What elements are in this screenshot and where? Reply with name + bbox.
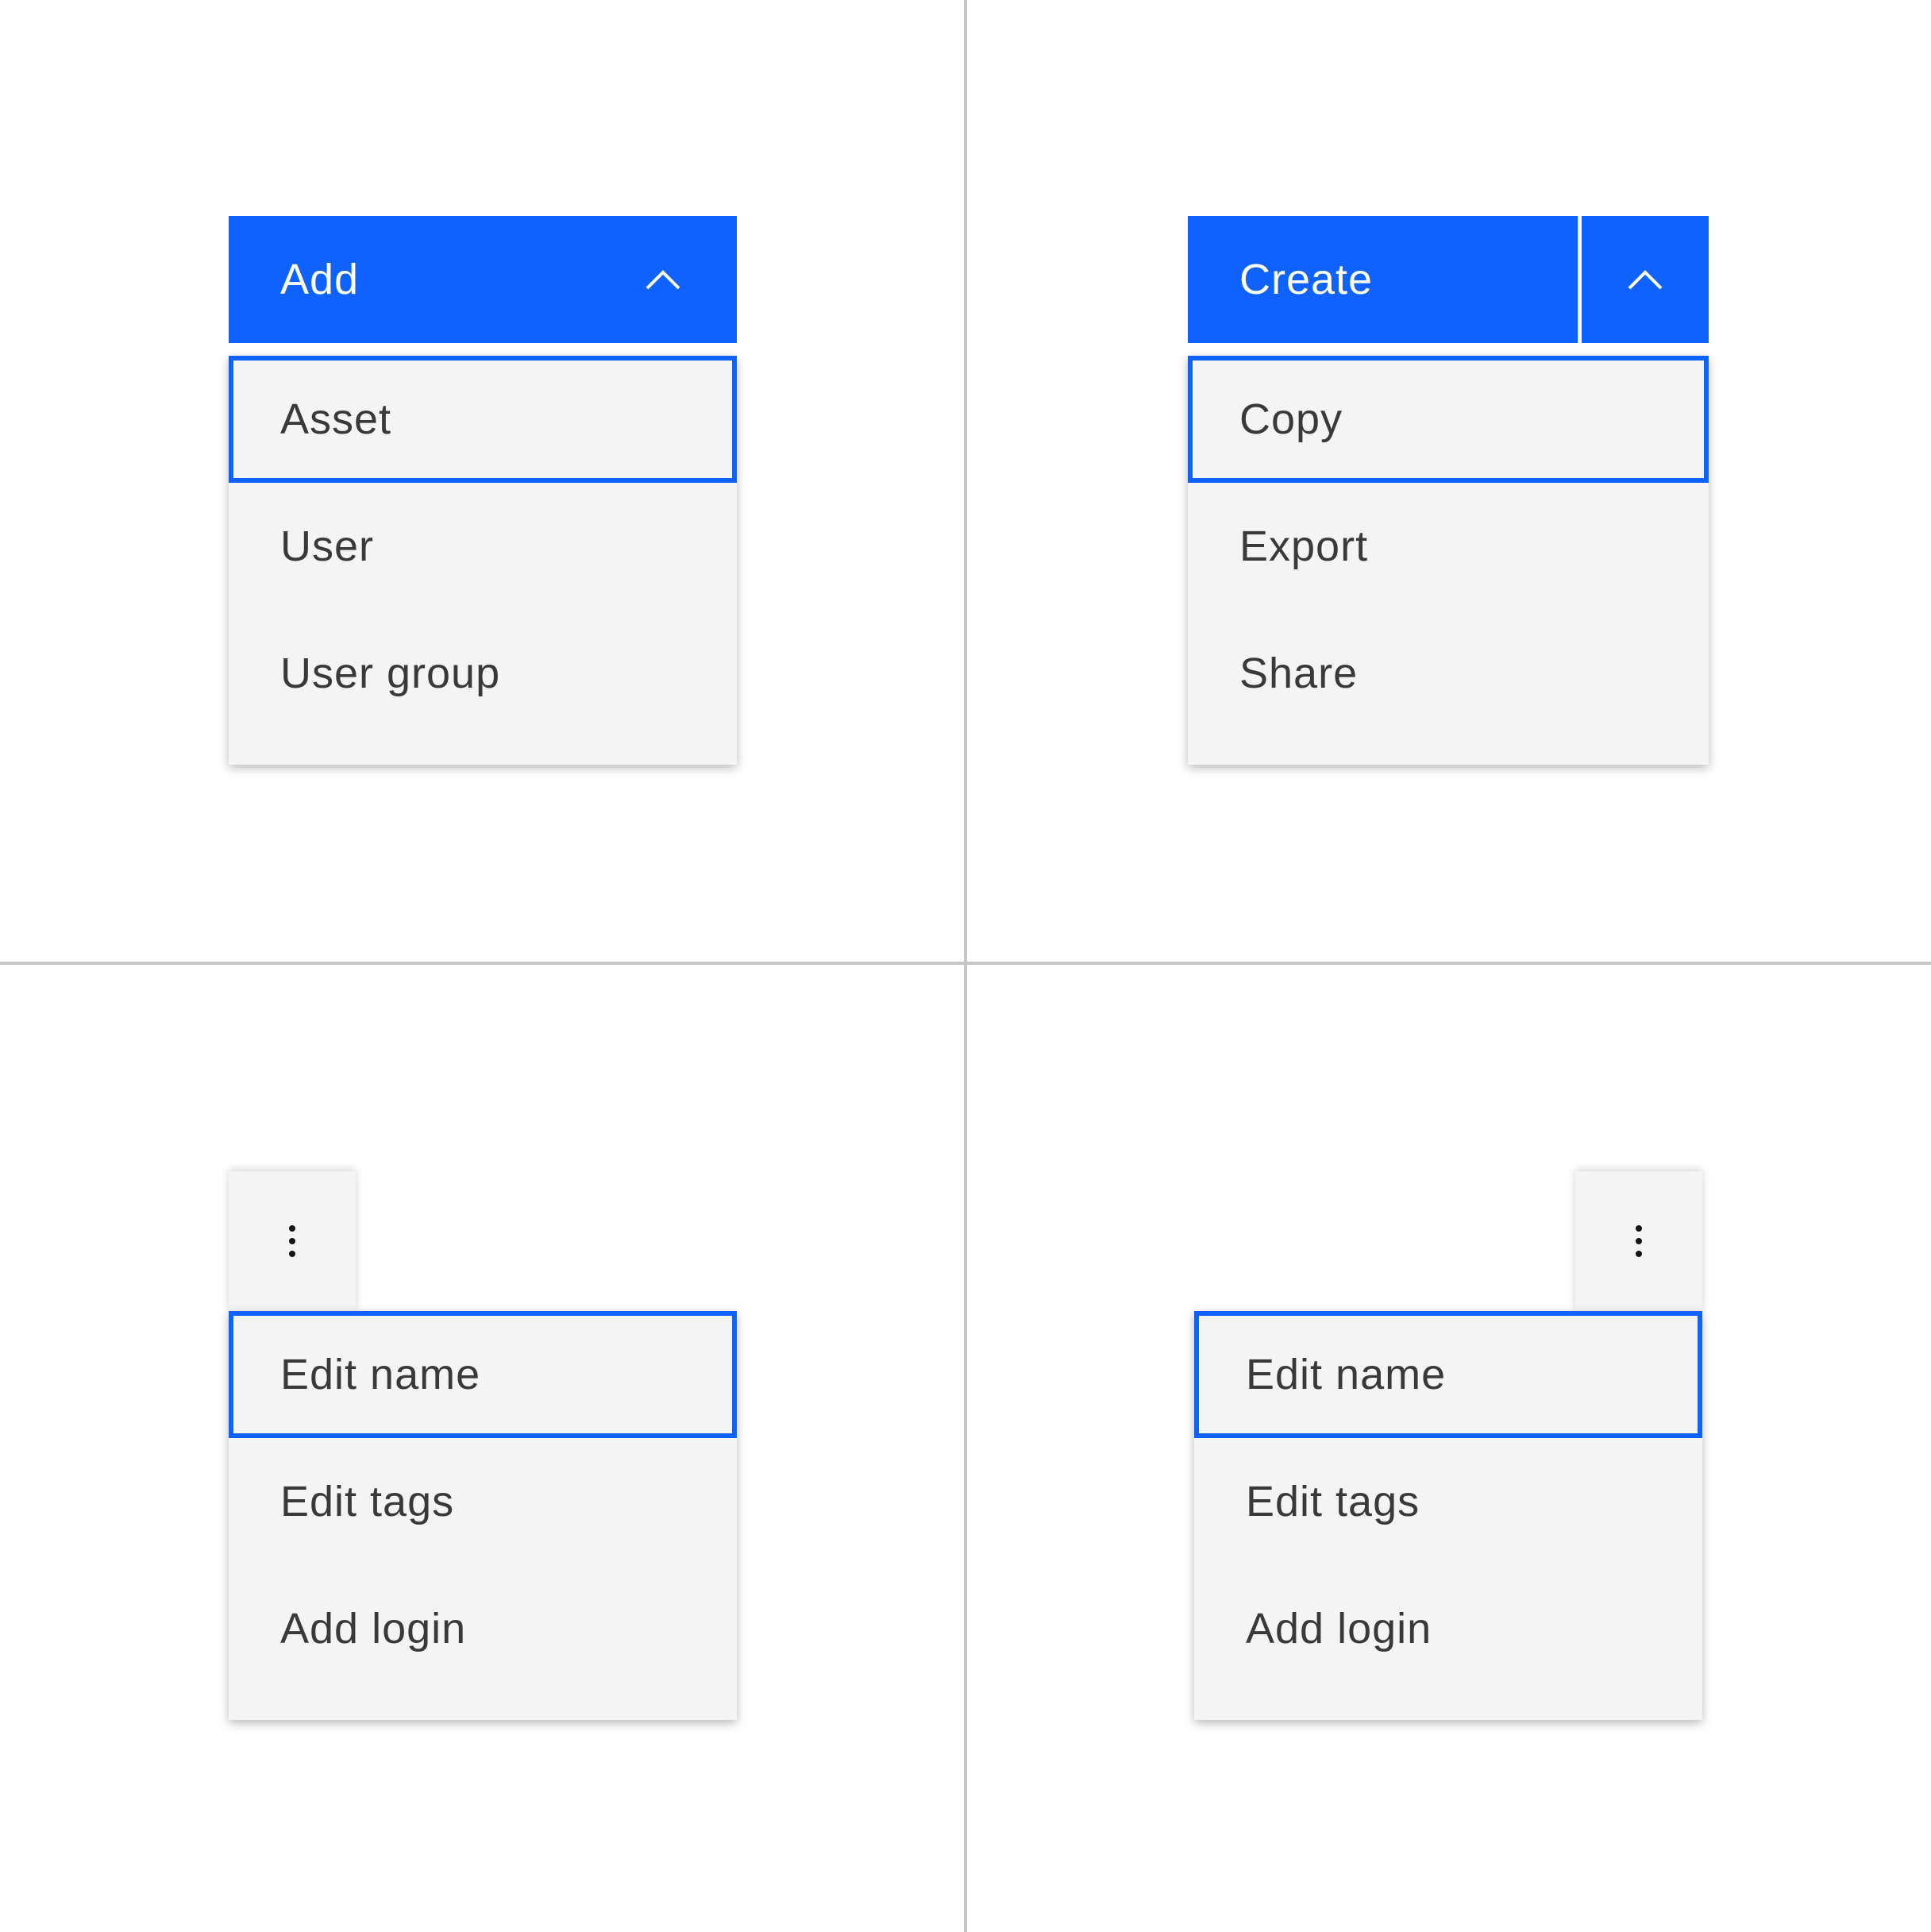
menu-item-edit-tags[interactable]: Edit tags xyxy=(1194,1438,1702,1565)
menu-item-edit-name[interactable]: Edit name xyxy=(229,1311,737,1438)
chevron-up-icon xyxy=(631,248,695,311)
overflow-menu-vertical-icon xyxy=(289,1209,295,1273)
create-menu: Copy Export Share xyxy=(1188,356,1709,765)
menu-item-copy[interactable]: Copy xyxy=(1188,356,1709,483)
canvas: Add Asset User User group Create Copy Ex… xyxy=(0,0,1931,1932)
overflow-menu-left: Edit name Edit tags Add login xyxy=(229,1311,737,1720)
create-menu-toggle[interactable] xyxy=(1582,216,1709,343)
add-menu-button[interactable]: Add xyxy=(229,216,737,343)
add-menu-button-label: Add xyxy=(280,256,360,303)
menu-item-edit-name[interactable]: Edit name xyxy=(1194,1311,1702,1438)
menu-item-add-login[interactable]: Add login xyxy=(1194,1565,1702,1692)
overflow-menu-right: Edit name Edit tags Add login xyxy=(1194,1311,1702,1720)
add-menu-list: Asset User User group xyxy=(229,356,737,765)
chevron-up-icon xyxy=(1613,248,1677,311)
add-menu: Asset User User group xyxy=(229,356,737,765)
horizontal-divider xyxy=(0,962,1931,965)
overflow-menu-button-left[interactable] xyxy=(229,1171,356,1311)
overflow-menu-right-list: Edit name Edit tags Add login xyxy=(1194,1311,1702,1720)
vertical-divider xyxy=(964,0,967,1932)
menu-item-add-login[interactable]: Add login xyxy=(229,1565,737,1692)
create-button-label: Create xyxy=(1239,256,1374,303)
create-primary-button[interactable]: Create xyxy=(1188,216,1578,343)
create-split-button: Create xyxy=(1188,216,1709,343)
menu-item-edit-tags[interactable]: Edit tags xyxy=(229,1438,737,1565)
overflow-menu-vertical-icon xyxy=(1636,1209,1642,1273)
menu-item-asset[interactable]: Asset xyxy=(229,356,737,483)
menu-item-share[interactable]: Share xyxy=(1188,610,1709,737)
menu-item-user[interactable]: User xyxy=(229,483,737,610)
create-menu-list: Copy Export Share xyxy=(1188,356,1709,765)
menu-item-export[interactable]: Export xyxy=(1188,483,1709,610)
overflow-menu-left-list: Edit name Edit tags Add login xyxy=(229,1311,737,1720)
menu-item-user-group[interactable]: User group xyxy=(229,610,737,737)
overflow-menu-button-right[interactable] xyxy=(1575,1171,1702,1311)
